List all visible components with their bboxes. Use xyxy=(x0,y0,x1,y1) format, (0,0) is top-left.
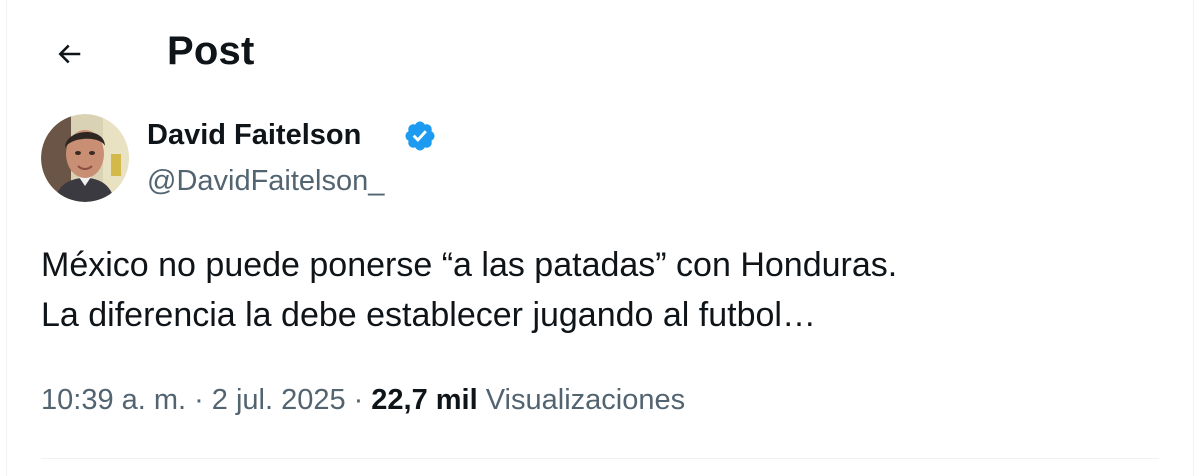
post-header: Post xyxy=(7,0,1193,100)
meta-separator: · xyxy=(353,384,364,416)
views-count: 22,7 mil xyxy=(371,384,478,416)
tweet-text-line: La diferencia la debe establecer jugando… xyxy=(41,296,816,334)
verified-badge-icon xyxy=(405,121,435,151)
post-time[interactable]: 10:39 a. m. xyxy=(41,384,186,416)
author-display-name[interactable]: David Faitelson xyxy=(147,118,361,152)
tweet-text-line: México no puede ponerse “a las patadas” … xyxy=(41,246,898,284)
avatar[interactable] xyxy=(41,114,129,202)
views-label: Visualizaciones xyxy=(485,384,686,416)
arrow-left-icon xyxy=(58,44,81,64)
back-button[interactable] xyxy=(43,28,95,80)
page-title: Post xyxy=(167,29,255,73)
post-date[interactable]: 2 jul. 2025 xyxy=(212,384,346,416)
post-detail-panel: Post David Faitelson @DavidFaitelson_ Mé… xyxy=(6,0,1194,476)
meta-separator: · xyxy=(194,384,204,416)
tweet-text: México no puede ponerse “a las patadas” … xyxy=(41,240,1161,340)
avatar-photo xyxy=(41,114,129,202)
author-handle[interactable]: @DavidFaitelson_ xyxy=(147,164,384,198)
post-meta: 10:39 a. m. · 2 jul. 2025 · 22,7 mil Visuali… xyxy=(41,380,685,420)
divider xyxy=(41,458,1159,459)
